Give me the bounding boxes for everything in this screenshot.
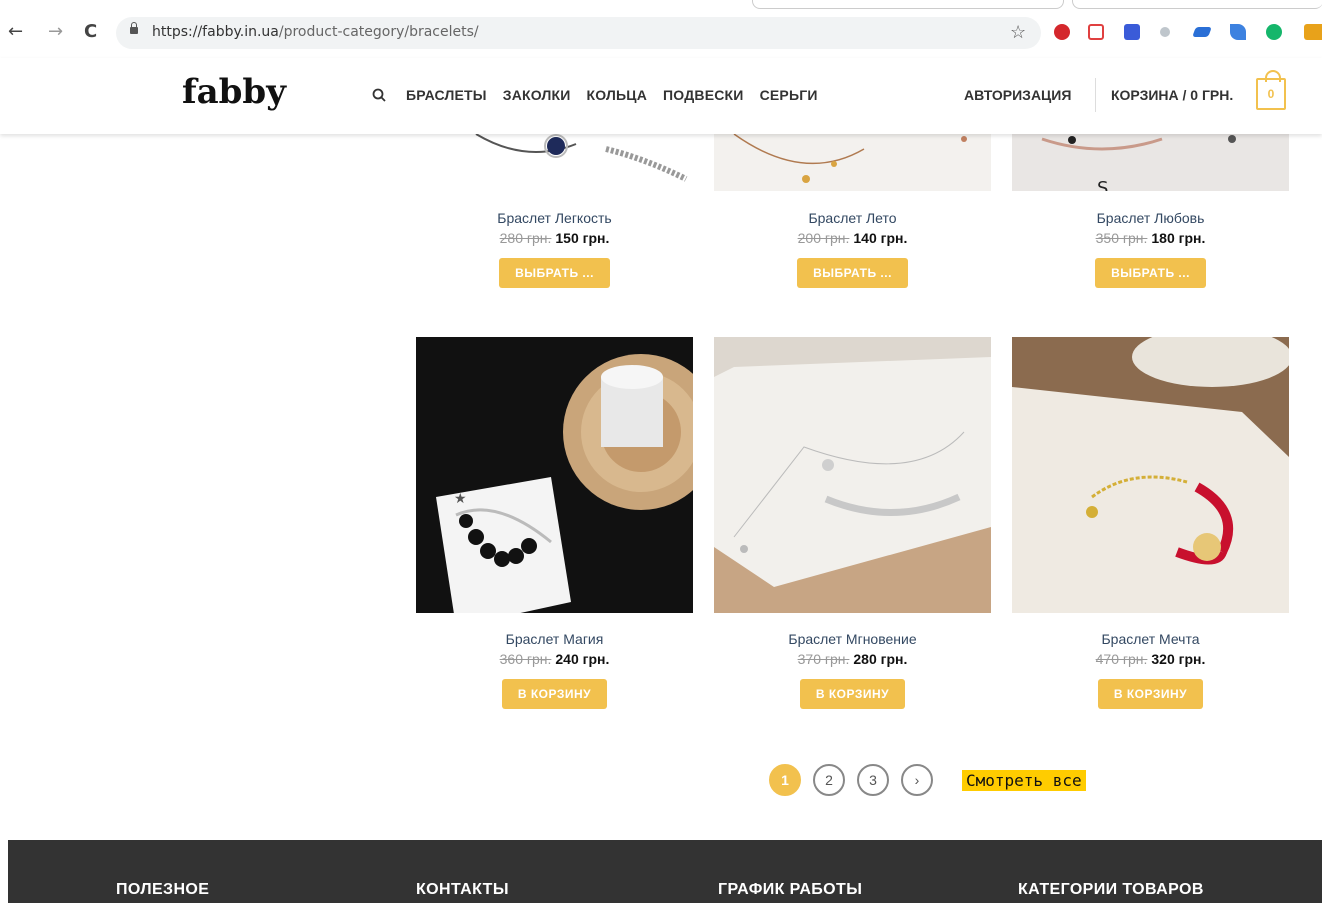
header-divider xyxy=(1095,78,1096,112)
back-button[interactable]: ← xyxy=(8,22,23,42)
product-price: 360 грн. 240 грн. xyxy=(416,651,693,667)
footer: ПОЛЕЗНОЕ КОНТАКТЫ ГРАФИК РАБОТЫ КАТЕГОРИ… xyxy=(8,840,1322,903)
footer-heading-contacts: КОНТАКТЫ xyxy=(416,881,509,898)
bracelet-photo xyxy=(475,134,688,182)
product-name[interactable]: Браслет Мгновение xyxy=(714,631,991,647)
see-all-link[interactable]: Смотреть все xyxy=(962,770,1086,791)
moon-extension-icon[interactable] xyxy=(1160,27,1170,37)
footer-heading-schedule: ГРАФИК РАБОТЫ xyxy=(718,881,863,898)
product-price: 370 грн. 280 грн. xyxy=(714,651,991,667)
bracelet-photo xyxy=(733,134,967,183)
product-image-mgnovenie[interactable] xyxy=(714,337,991,613)
dictionary-extension-icon[interactable] xyxy=(1192,27,1212,37)
menu-item-pendants[interactable]: ПОДВЕСКИ xyxy=(663,87,744,103)
product-card: Браслет Лето 200 грн. 140 грн. ВЫБРАТЬ ..… xyxy=(714,210,991,288)
product-name[interactable]: Браслет Любовь xyxy=(1012,210,1289,226)
select-options-button[interactable]: ВЫБРАТЬ ... xyxy=(1095,258,1206,288)
footer-heading-categories: КАТЕГОРИИ ТОВАРОВ xyxy=(1018,881,1204,898)
forward-button[interactable]: → xyxy=(48,22,63,42)
browser-tab[interactable] xyxy=(752,0,1064,9)
product-name[interactable]: Браслет Легкость xyxy=(416,210,693,226)
menu-item-hairpins[interactable]: ЗАКОЛКИ xyxy=(503,87,571,103)
add-to-cart-button[interactable]: В КОРЗИНУ xyxy=(1097,679,1204,709)
page-1-button[interactable]: 1 xyxy=(769,764,801,796)
login-link[interactable]: АВТОРИЗАЦИЯ xyxy=(964,87,1071,103)
product-card: Браслет Мечта 470 грн. 320 грн. В КОРЗИНУ xyxy=(1012,631,1289,709)
product-price: 350 грн. 180 грн. xyxy=(1012,230,1289,246)
svg-text:S: S xyxy=(1097,178,1108,191)
add-to-cart-button[interactable]: В КОРЗИНУ xyxy=(799,679,906,709)
old-price: 360 грн. xyxy=(499,651,552,667)
url-path: /product-category/bracelets/ xyxy=(278,24,479,40)
notes-extension-icon[interactable] xyxy=(1124,24,1140,40)
menu-item-rings[interactable]: КОЛЬЦА xyxy=(587,87,648,103)
product-card: Браслет Легкость 280 грн. 150 грн. ВЫБРАТ… xyxy=(416,210,693,288)
old-price: 200 грн. xyxy=(797,230,850,246)
reload-button[interactable]: C xyxy=(84,22,97,42)
search-icon[interactable] xyxy=(372,88,386,102)
select-options-button[interactable]: ВЫБРАТЬ ... xyxy=(797,258,908,288)
product-card: Браслет Любовь 350 грн. 180 грн. ВЫБРАТЬ … xyxy=(1012,210,1289,288)
red-cross-extension-icon[interactable] xyxy=(1088,24,1104,40)
bracelet-photo: ★ xyxy=(416,337,693,613)
address-bar[interactable]: https://fabby.in.ua/product-category/bra… xyxy=(116,17,1041,49)
grammarly-extension-icon[interactable] xyxy=(1266,24,1282,40)
page-3-button[interactable]: 3 xyxy=(857,764,889,796)
coupon-extension-icon[interactable] xyxy=(1304,24,1322,40)
lock-icon[interactable] xyxy=(130,22,138,34)
new-price: 240 грн. xyxy=(555,651,610,667)
old-price: 370 грн. xyxy=(797,651,850,667)
footer-heading-useful: ПОЛЕЗНОЕ xyxy=(116,881,210,898)
product-name[interactable]: Браслет Магия xyxy=(416,631,693,647)
cart-icon[interactable]: 0 xyxy=(1256,70,1286,110)
product-image-mechta[interactable] xyxy=(1012,337,1289,613)
menu-item-earrings[interactable]: СЕРЬГИ xyxy=(760,87,818,103)
product-card: Браслет Мгновение 370 грн. 280 грн. В КОР… xyxy=(714,631,991,709)
old-price: 470 грн. xyxy=(1095,651,1148,667)
product-image-legkost[interactable] xyxy=(416,134,693,191)
cart-link[interactable]: КОРЗИНА / 0 ГРН. xyxy=(1111,87,1233,103)
bird-extension-icon[interactable] xyxy=(1230,24,1246,40)
url-text[interactable]: https://fabby.in.ua/product-category/bra… xyxy=(152,24,479,40)
new-price: 140 грн. xyxy=(853,230,908,246)
new-price: 320 грн. xyxy=(1151,651,1206,667)
bracelet-photo xyxy=(1012,337,1289,613)
old-price: 280 грн. xyxy=(499,230,552,246)
browser-toolbar: ← → C https://fabby.in.ua/product-catego… xyxy=(0,0,1322,66)
next-page-button[interactable]: › xyxy=(901,764,933,796)
abp-extension-icon[interactable] xyxy=(1054,24,1070,40)
product-name[interactable]: Браслет Лето xyxy=(714,210,991,226)
product-price: 280 грн. 150 грн. xyxy=(416,230,693,246)
product-price: 200 грн. 140 грн. xyxy=(714,230,991,246)
add-to-cart-button[interactable]: В КОРЗИНУ xyxy=(501,679,608,709)
select-options-button[interactable]: ВЫБРАТЬ ... xyxy=(499,258,610,288)
star-icon[interactable]: ☆ xyxy=(1010,22,1026,43)
browser-tab[interactable] xyxy=(1072,0,1322,9)
page-2-button[interactable]: 2 xyxy=(813,764,845,796)
new-price: 150 грн. xyxy=(555,230,610,246)
svg-text:★: ★ xyxy=(454,490,467,506)
new-price: 280 грн. xyxy=(853,651,908,667)
main-menu: БРАСЛЕТЫ ЗАКОЛКИ КОЛЬЦА ПОДВЕСКИ СЕРЬГИ xyxy=(406,87,818,103)
product-image-lyubov[interactable]: S xyxy=(1012,134,1289,191)
product-name[interactable]: Браслет Мечта xyxy=(1012,631,1289,647)
product-image-leto[interactable] xyxy=(714,134,991,191)
product-card: Браслет Магия 360 грн. 240 грн. В КОРЗИНУ xyxy=(416,631,693,709)
old-price: 350 грн. xyxy=(1095,230,1148,246)
bracelet-photo xyxy=(714,337,991,613)
product-image-magiya[interactable]: ★ xyxy=(416,337,693,613)
new-price: 180 грн. xyxy=(1151,230,1206,246)
site-header: fabby БРАСЛЕТЫ ЗАКОЛКИ КОЛЬЦА ПОДВЕСКИ С… xyxy=(0,58,1322,134)
product-price: 470 грн. 320 грн. xyxy=(1012,651,1289,667)
bracelet-photo: S xyxy=(1041,135,1236,191)
url-domain: https://fabby.in.ua xyxy=(152,24,279,40)
menu-item-bracelets[interactable]: БРАСЛЕТЫ xyxy=(406,87,487,103)
site-logo[interactable]: fabby xyxy=(182,72,286,112)
